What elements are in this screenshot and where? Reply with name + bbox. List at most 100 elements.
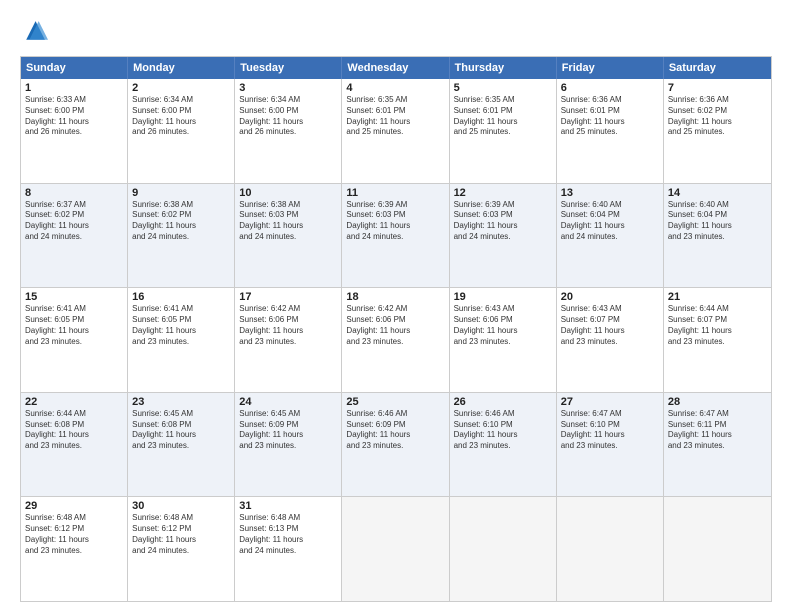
day-number: 28 [668,396,767,408]
day-info: Sunrise: 6:44 AMSunset: 6:07 PMDaylight:… [668,304,767,347]
day-info: Sunrise: 6:40 AMSunset: 6:04 PMDaylight:… [561,200,659,243]
calendar-week-5: 29Sunrise: 6:48 AMSunset: 6:12 PMDayligh… [21,496,771,601]
day-cell-1: 1Sunrise: 6:33 AMSunset: 6:00 PMDaylight… [21,79,128,183]
calendar-body: 1Sunrise: 6:33 AMSunset: 6:00 PMDaylight… [21,79,771,601]
day-cell-25: 25Sunrise: 6:46 AMSunset: 6:09 PMDayligh… [342,393,449,497]
header-day-thursday: Thursday [450,57,557,79]
day-info: Sunrise: 6:36 AMSunset: 6:01 PMDaylight:… [561,95,659,138]
day-number: 24 [239,396,337,408]
day-cell-17: 17Sunrise: 6:42 AMSunset: 6:06 PMDayligh… [235,288,342,392]
day-number: 11 [346,187,444,199]
day-cell-5: 5Sunrise: 6:35 AMSunset: 6:01 PMDaylight… [450,79,557,183]
day-cell-10: 10Sunrise: 6:38 AMSunset: 6:03 PMDayligh… [235,184,342,288]
day-info: Sunrise: 6:43 AMSunset: 6:06 PMDaylight:… [454,304,552,347]
day-info: Sunrise: 6:34 AMSunset: 6:00 PMDaylight:… [132,95,230,138]
day-info: Sunrise: 6:35 AMSunset: 6:01 PMDaylight:… [346,95,444,138]
day-info: Sunrise: 6:45 AMSunset: 6:09 PMDaylight:… [239,409,337,452]
day-number: 21 [668,291,767,303]
day-number: 2 [132,82,230,94]
day-number: 17 [239,291,337,303]
day-info: Sunrise: 6:42 AMSunset: 6:06 PMDaylight:… [239,304,337,347]
day-info: Sunrise: 6:46 AMSunset: 6:10 PMDaylight:… [454,409,552,452]
calendar-week-2: 8Sunrise: 6:37 AMSunset: 6:02 PMDaylight… [21,183,771,288]
header-day-sunday: Sunday [21,57,128,79]
calendar-week-4: 22Sunrise: 6:44 AMSunset: 6:08 PMDayligh… [21,392,771,497]
day-cell-30: 30Sunrise: 6:48 AMSunset: 6:12 PMDayligh… [128,497,235,601]
page: SundayMondayTuesdayWednesdayThursdayFrid… [0,0,792,612]
day-number: 3 [239,82,337,94]
day-cell-22: 22Sunrise: 6:44 AMSunset: 6:08 PMDayligh… [21,393,128,497]
day-number: 12 [454,187,552,199]
day-info: Sunrise: 6:42 AMSunset: 6:06 PMDaylight:… [346,304,444,347]
day-number: 29 [25,500,123,512]
day-number: 1 [25,82,123,94]
day-number: 23 [132,396,230,408]
day-cell-31: 31Sunrise: 6:48 AMSunset: 6:13 PMDayligh… [235,497,342,601]
day-cell-15: 15Sunrise: 6:41 AMSunset: 6:05 PMDayligh… [21,288,128,392]
day-info: Sunrise: 6:40 AMSunset: 6:04 PMDaylight:… [668,200,767,243]
day-cell-6: 6Sunrise: 6:36 AMSunset: 6:01 PMDaylight… [557,79,664,183]
day-number: 14 [668,187,767,199]
day-cell-2: 2Sunrise: 6:34 AMSunset: 6:00 PMDaylight… [128,79,235,183]
day-info: Sunrise: 6:33 AMSunset: 6:00 PMDaylight:… [25,95,123,138]
day-number: 9 [132,187,230,199]
empty-cell [664,497,771,601]
day-number: 6 [561,82,659,94]
day-cell-12: 12Sunrise: 6:39 AMSunset: 6:03 PMDayligh… [450,184,557,288]
day-cell-21: 21Sunrise: 6:44 AMSunset: 6:07 PMDayligh… [664,288,771,392]
header-day-wednesday: Wednesday [342,57,449,79]
day-info: Sunrise: 6:35 AMSunset: 6:01 PMDaylight:… [454,95,552,138]
day-info: Sunrise: 6:43 AMSunset: 6:07 PMDaylight:… [561,304,659,347]
header-day-monday: Monday [128,57,235,79]
calendar-header: SundayMondayTuesdayWednesdayThursdayFrid… [21,57,771,79]
day-cell-11: 11Sunrise: 6:39 AMSunset: 6:03 PMDayligh… [342,184,449,288]
day-cell-26: 26Sunrise: 6:46 AMSunset: 6:10 PMDayligh… [450,393,557,497]
day-info: Sunrise: 6:39 AMSunset: 6:03 PMDaylight:… [454,200,552,243]
day-number: 26 [454,396,552,408]
day-info: Sunrise: 6:47 AMSunset: 6:10 PMDaylight:… [561,409,659,452]
logo-icon [20,18,48,46]
day-number: 18 [346,291,444,303]
day-info: Sunrise: 6:36 AMSunset: 6:02 PMDaylight:… [668,95,767,138]
day-number: 7 [668,82,767,94]
day-number: 4 [346,82,444,94]
day-cell-14: 14Sunrise: 6:40 AMSunset: 6:04 PMDayligh… [664,184,771,288]
day-cell-19: 19Sunrise: 6:43 AMSunset: 6:06 PMDayligh… [450,288,557,392]
day-number: 27 [561,396,659,408]
day-number: 30 [132,500,230,512]
day-number: 16 [132,291,230,303]
day-number: 22 [25,396,123,408]
day-info: Sunrise: 6:47 AMSunset: 6:11 PMDaylight:… [668,409,767,452]
day-number: 19 [454,291,552,303]
day-info: Sunrise: 6:38 AMSunset: 6:03 PMDaylight:… [239,200,337,243]
day-cell-28: 28Sunrise: 6:47 AMSunset: 6:11 PMDayligh… [664,393,771,497]
day-cell-23: 23Sunrise: 6:45 AMSunset: 6:08 PMDayligh… [128,393,235,497]
day-cell-18: 18Sunrise: 6:42 AMSunset: 6:06 PMDayligh… [342,288,449,392]
day-info: Sunrise: 6:46 AMSunset: 6:09 PMDaylight:… [346,409,444,452]
day-cell-20: 20Sunrise: 6:43 AMSunset: 6:07 PMDayligh… [557,288,664,392]
calendar-week-1: 1Sunrise: 6:33 AMSunset: 6:00 PMDaylight… [21,79,771,183]
day-number: 31 [239,500,337,512]
day-info: Sunrise: 6:34 AMSunset: 6:00 PMDaylight:… [239,95,337,138]
header-day-friday: Friday [557,57,664,79]
day-cell-3: 3Sunrise: 6:34 AMSunset: 6:00 PMDaylight… [235,79,342,183]
day-info: Sunrise: 6:44 AMSunset: 6:08 PMDaylight:… [25,409,123,452]
day-number: 13 [561,187,659,199]
day-cell-13: 13Sunrise: 6:40 AMSunset: 6:04 PMDayligh… [557,184,664,288]
day-info: Sunrise: 6:41 AMSunset: 6:05 PMDaylight:… [132,304,230,347]
day-cell-24: 24Sunrise: 6:45 AMSunset: 6:09 PMDayligh… [235,393,342,497]
day-number: 8 [25,187,123,199]
day-info: Sunrise: 6:37 AMSunset: 6:02 PMDaylight:… [25,200,123,243]
day-number: 25 [346,396,444,408]
day-cell-27: 27Sunrise: 6:47 AMSunset: 6:10 PMDayligh… [557,393,664,497]
empty-cell [557,497,664,601]
day-info: Sunrise: 6:39 AMSunset: 6:03 PMDaylight:… [346,200,444,243]
day-number: 5 [454,82,552,94]
day-number: 15 [25,291,123,303]
day-cell-9: 9Sunrise: 6:38 AMSunset: 6:02 PMDaylight… [128,184,235,288]
empty-cell [342,497,449,601]
day-cell-4: 4Sunrise: 6:35 AMSunset: 6:01 PMDaylight… [342,79,449,183]
empty-cell [450,497,557,601]
calendar-week-3: 15 Sunrise: 6:41 AMSunset: 6:05 PMDayligh… [21,287,771,392]
header-day-saturday: Saturday [664,57,771,79]
